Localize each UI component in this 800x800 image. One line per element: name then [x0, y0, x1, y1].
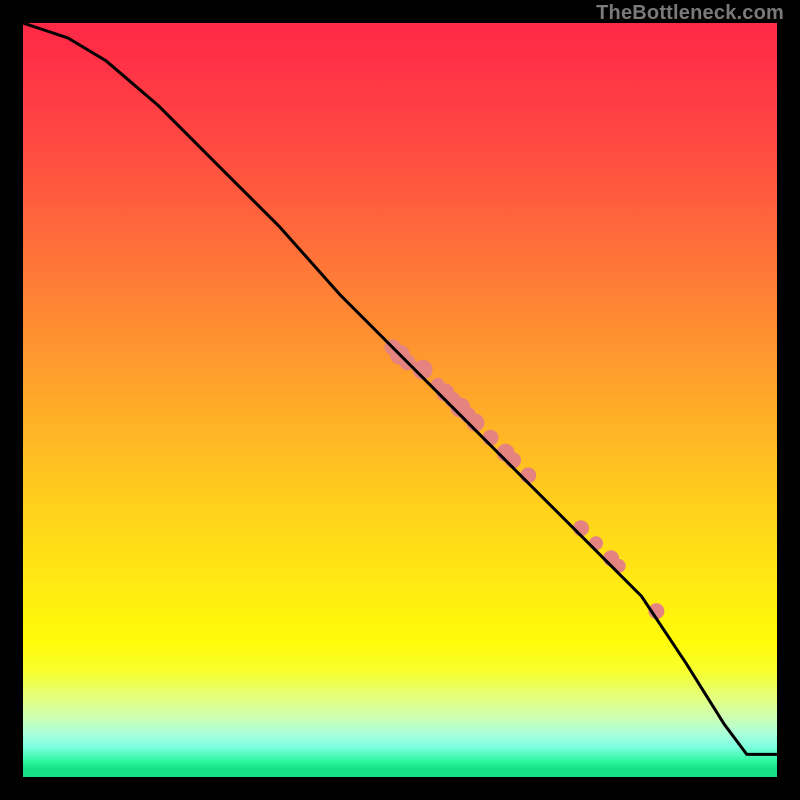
curve-line	[23, 23, 777, 754]
plot-area	[23, 23, 777, 777]
scatter-point	[589, 536, 603, 550]
scatter-point	[612, 559, 626, 573]
watermark-text: TheBottleneck.com	[596, 2, 784, 25]
chart-overlay	[23, 23, 777, 777]
chart-stage: TheBottleneck.com	[0, 0, 800, 800]
